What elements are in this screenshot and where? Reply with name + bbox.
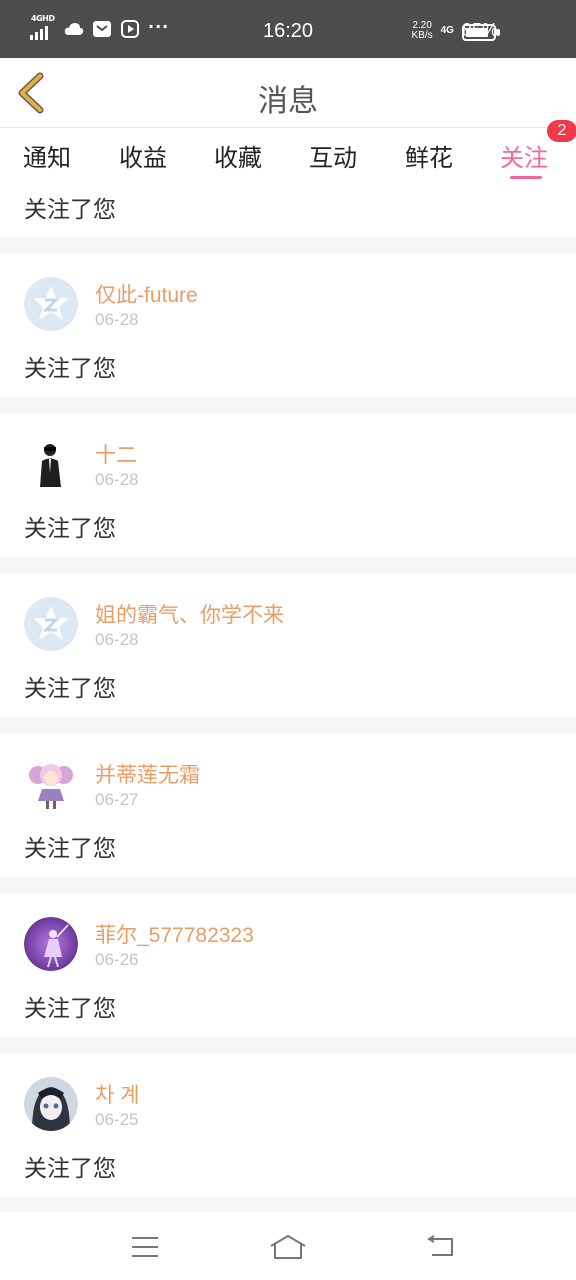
list-item[interactable]: 并蒂莲无霜 06-27 关注了您	[0, 733, 576, 877]
tab-follows[interactable]: 关注	[500, 138, 548, 173]
list-item[interactable]: 차 계 06-25 关注了您	[0, 1053, 576, 1197]
list-item[interactable]: 关注了您	[0, 184, 576, 237]
follow-date: 06-28	[95, 630, 139, 649]
speed-value: 2.20	[412, 19, 432, 31]
active-tab-indicator	[510, 176, 542, 179]
default-star-avatar[interactable]	[24, 597, 78, 651]
anime-girl-dark-avatar[interactable]	[24, 1077, 78, 1131]
network-speed: 2.20 KB/s	[411, 19, 433, 41]
list-item[interactable]: 十二 06-28 关注了您	[0, 413, 576, 557]
system-nav-bar	[0, 1212, 576, 1280]
follow-date: 06-26	[95, 950, 139, 969]
item-message: 关注了您	[24, 996, 116, 1022]
menu-icon	[132, 1237, 158, 1257]
speed-unit: KB/s	[411, 29, 433, 41]
mobile-data-icon: 4G	[440, 25, 454, 36]
username[interactable]: 姐的霸气、你学不来	[95, 599, 284, 629]
follow-date: 06-27	[95, 790, 139, 809]
username[interactable]: 十二	[95, 439, 137, 469]
item-message: 关注了您	[24, 836, 116, 862]
follow-list: 关注了您 仅此-future 06-28 关注了您 十二 06-28 关注了您 …	[0, 184, 576, 1213]
username[interactable]: 菲尔_577782323	[95, 919, 254, 949]
item-message: 关注了您	[24, 356, 116, 382]
status-bar: 4GHD ··· 16:20 2.20 KB/s 4G 85%	[0, 0, 576, 58]
return-icon	[427, 1235, 453, 1256]
list-item[interactable]: 仅此-future 06-28 关注了您	[0, 253, 576, 397]
list-item[interactable]: 姐的霸气、你学不来 06-28 关注了您	[0, 573, 576, 717]
person-in-suit-avatar[interactable]	[24, 437, 78, 491]
tab-bar: 通知 收益 收藏 互动 鲜花 关注 2	[0, 120, 576, 184]
follow-date: 06-25	[95, 1110, 139, 1129]
battery-icon	[462, 24, 496, 41]
follow-date: 06-28	[95, 470, 139, 489]
username[interactable]: 차 계	[95, 1079, 139, 1109]
page-title: 消息	[258, 84, 318, 119]
tab-notifications[interactable]: 通知	[23, 138, 71, 173]
battery-cap	[497, 29, 500, 36]
item-message: 关注了您	[24, 676, 116, 702]
tab-favorites[interactable]: 收藏	[214, 138, 262, 173]
back-nav-button[interactable]	[420, 1232, 460, 1262]
tab-interactions[interactable]: 互动	[309, 138, 357, 173]
item-message: 关注了您	[24, 197, 116, 223]
tab-follows-badge: 2	[547, 120, 576, 142]
tab-flowers[interactable]: 鲜花	[405, 138, 453, 173]
follow-date: 06-28	[95, 310, 139, 329]
home-nav-button[interactable]	[268, 1232, 308, 1262]
item-message: 关注了您	[24, 516, 116, 542]
purple-dancer-avatar[interactable]	[24, 917, 78, 971]
item-message: 关注了您	[24, 1156, 116, 1182]
default-star-avatar[interactable]	[24, 277, 78, 331]
username[interactable]: 并蒂莲无霜	[95, 759, 200, 789]
app-header: 消息	[0, 58, 576, 128]
home-icon	[270, 1235, 306, 1259]
username[interactable]: 仅此-future	[95, 279, 198, 309]
anime-girl-pink-avatar[interactable]	[24, 757, 78, 811]
list-item[interactable]: 菲尔_577782323 06-26 关注了您	[0, 893, 576, 1037]
menu-nav-button[interactable]	[125, 1232, 165, 1262]
tab-earnings[interactable]: 收益	[119, 138, 167, 173]
